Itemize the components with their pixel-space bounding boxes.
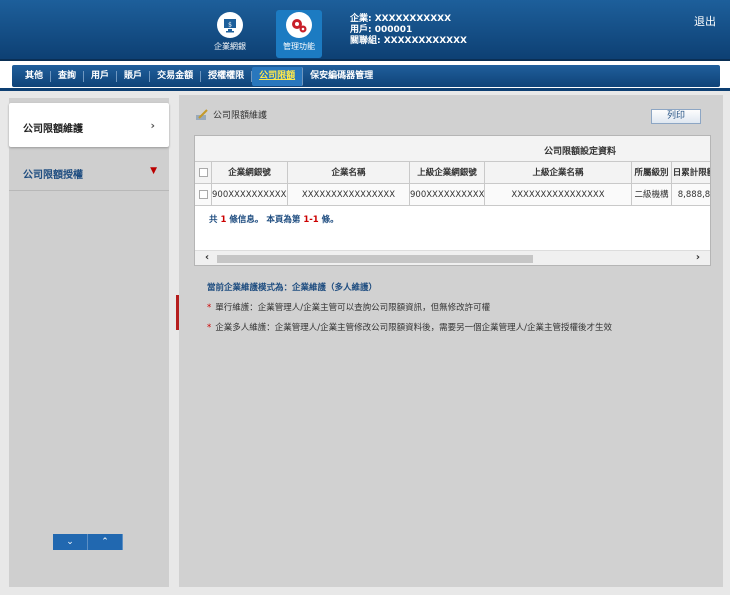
- nav-item-3[interactable]: 賬戶: [117, 70, 151, 82]
- nav-bar: 其他 查詢 用戶 賬戶 交易金額 授權權限 公司限額 保安編碼器管理: [12, 65, 720, 87]
- main-content: 公司限額維護 列印 公司限額設定資料 企業網銀號 企業名稱 上級企業網銀號 上級…: [179, 95, 723, 587]
- col-header: 企業網銀號: [212, 162, 288, 184]
- user-line: 用戶: 000001: [350, 25, 413, 35]
- sidebar-item-limit-maintain[interactable]: 公司限額維護 ›: [9, 103, 169, 147]
- edit-icon: [195, 108, 209, 121]
- group-header-label: 公司限額設定資料: [544, 147, 617, 157]
- page-title-text: 公司限額維護: [213, 111, 268, 121]
- manage-button[interactable]: 管理功能: [276, 10, 322, 58]
- maintenance-mode-text: 當前企業維護模式為：企業維護（多人維護）: [207, 283, 378, 293]
- summary-text: 共: [209, 215, 218, 225]
- notes-section: 當前企業維護模式為：企業維護（多人維護） * 單行維護：企業管理人/企業主管可以查…: [207, 278, 612, 338]
- summary-range: 1-1: [303, 215, 319, 225]
- scroll-right-icon[interactable]: ›: [696, 252, 700, 263]
- pagination-summary: 共 1 條信息。 本頁為第 1-1 條。: [209, 213, 339, 225]
- nav-item-2[interactable]: 用戶: [84, 70, 118, 82]
- main-nav: 其他 查詢 用戶 賬戶 交易金額 授權權限 公司限額 保安編碼器管理: [0, 61, 730, 91]
- manage-label: 管理功能: [283, 42, 315, 51]
- company-line: 企業: XXXXXXXXXXX: [350, 14, 452, 24]
- note-text: 單行維護：企業管理人/企業主管可以查詢公司限額資訊，但無修改許可權: [215, 303, 491, 313]
- table-group-header: 公司限額設定資料: [195, 136, 710, 162]
- horizontal-scrollbar[interactable]: ‹ ›: [195, 250, 710, 265]
- monitor-icon: $: [217, 12, 243, 38]
- summary-count: 1: [220, 215, 227, 225]
- select-all-checkbox-cell: [195, 162, 212, 184]
- row-checkbox-cell: [195, 184, 212, 206]
- group-line: 關聯組: XXXXXXXXXXXX: [350, 36, 468, 46]
- scroll-down-button[interactable]: ⌄: [53, 534, 88, 550]
- nav-item-5[interactable]: 授權權限: [201, 70, 253, 82]
- col-header: 所屬級別: [632, 162, 672, 184]
- nav-item-0[interactable]: 其他: [18, 70, 52, 82]
- col-header: 上級企業名稱: [485, 162, 632, 184]
- table-cell: 900XXXXXXXXXXX: [212, 184, 288, 206]
- table-header-row: 企業網銀號 企業名稱 上級企業網銀號 上級企業名稱 所屬級別 日累計限額: [195, 162, 710, 184]
- sidebar-item-limit-authorize[interactable]: 公司限額授權 ▼: [9, 161, 169, 191]
- table-cell: XXXXXXXXXXXXXXXX: [288, 184, 410, 206]
- note-item: * 企業多人維護：企業管理人/企業主管修改公司限額資料後，需要另一個企業管理人/企…: [207, 318, 612, 338]
- page-title: 公司限額維護: [195, 108, 267, 121]
- asterisk-icon: *: [207, 303, 212, 313]
- table-cell: 8,888,8: [672, 184, 710, 206]
- note-item: * 單行維護：企業管理人/企業主管可以查詢公司限額資訊，但無修改許可權: [207, 298, 612, 318]
- user-info: 企業: XXXXXXXXXXX 用戶: 000001 關聯組: XXXXXXXX…: [350, 14, 467, 47]
- limit-table: 公司限額設定資料 企業網銀號 企業名稱 上級企業網銀號 上級企業名稱 所屬級別 …: [194, 135, 711, 266]
- summary-text: 條。: [321, 215, 339, 225]
- gear-icon: [286, 12, 312, 38]
- portal-label: 企業網銀: [214, 42, 246, 51]
- note-text: 企業多人維護：企業管理人/企業主管修改公司限額資料後，需要另一個企業管理人/企業…: [215, 323, 612, 333]
- sidebar-item-label: 公司限額授權: [23, 170, 83, 181]
- logout-button[interactable]: 退出: [694, 13, 716, 29]
- summary-text: 條信息。 本頁為第: [229, 215, 301, 225]
- sidebar-item-label: 公司限額維護: [23, 124, 83, 135]
- row-checkbox[interactable]: [198, 190, 208, 199]
- sidebar-scroll-controls: ⌄ ⌃: [53, 534, 123, 550]
- portal-button[interactable]: $ 企業網銀: [207, 10, 253, 58]
- print-button[interactable]: 列印: [651, 109, 701, 124]
- scroll-thumb[interactable]: [217, 255, 533, 263]
- chevron-right-icon: ›: [150, 119, 155, 132]
- nav-item-1[interactable]: 查詢: [51, 70, 85, 82]
- table-cell: 900XXXXXXXXXXX: [410, 184, 485, 206]
- table-row[interactable]: 900XXXXXXXXXXX XXXXXXXXXXXXXXXX 900XXXXX…: [195, 184, 710, 206]
- sidebar: 公司限額維護 › 公司限額授權 ▼ ⌄ ⌃: [9, 98, 169, 587]
- top-header: $ 企業網銀 管理功能 企業: XXXXXXXXXXX 用戶: 000001 關…: [0, 0, 730, 61]
- nav-item-4[interactable]: 交易金額: [150, 70, 202, 82]
- col-header: 日累計限額: [672, 162, 710, 184]
- select-all-checkbox[interactable]: [198, 168, 208, 177]
- col-header: 企業名稱: [288, 162, 410, 184]
- asterisk-icon: *: [207, 323, 212, 333]
- chevron-down-icon: ▼: [150, 166, 157, 176]
- col-header: 上級企業網銀號: [410, 162, 485, 184]
- nav-item-7[interactable]: 保安編碼器管理: [303, 71, 380, 82]
- nav-item-6[interactable]: 公司限額: [252, 66, 304, 86]
- table-cell: XXXXXXXXXXXXXXXX: [485, 184, 632, 206]
- table-cell: 二級機構: [632, 184, 672, 206]
- scroll-left-icon[interactable]: ‹: [205, 252, 209, 263]
- scroll-up-button[interactable]: ⌃: [88, 534, 123, 550]
- svg-text:$: $: [228, 22, 232, 29]
